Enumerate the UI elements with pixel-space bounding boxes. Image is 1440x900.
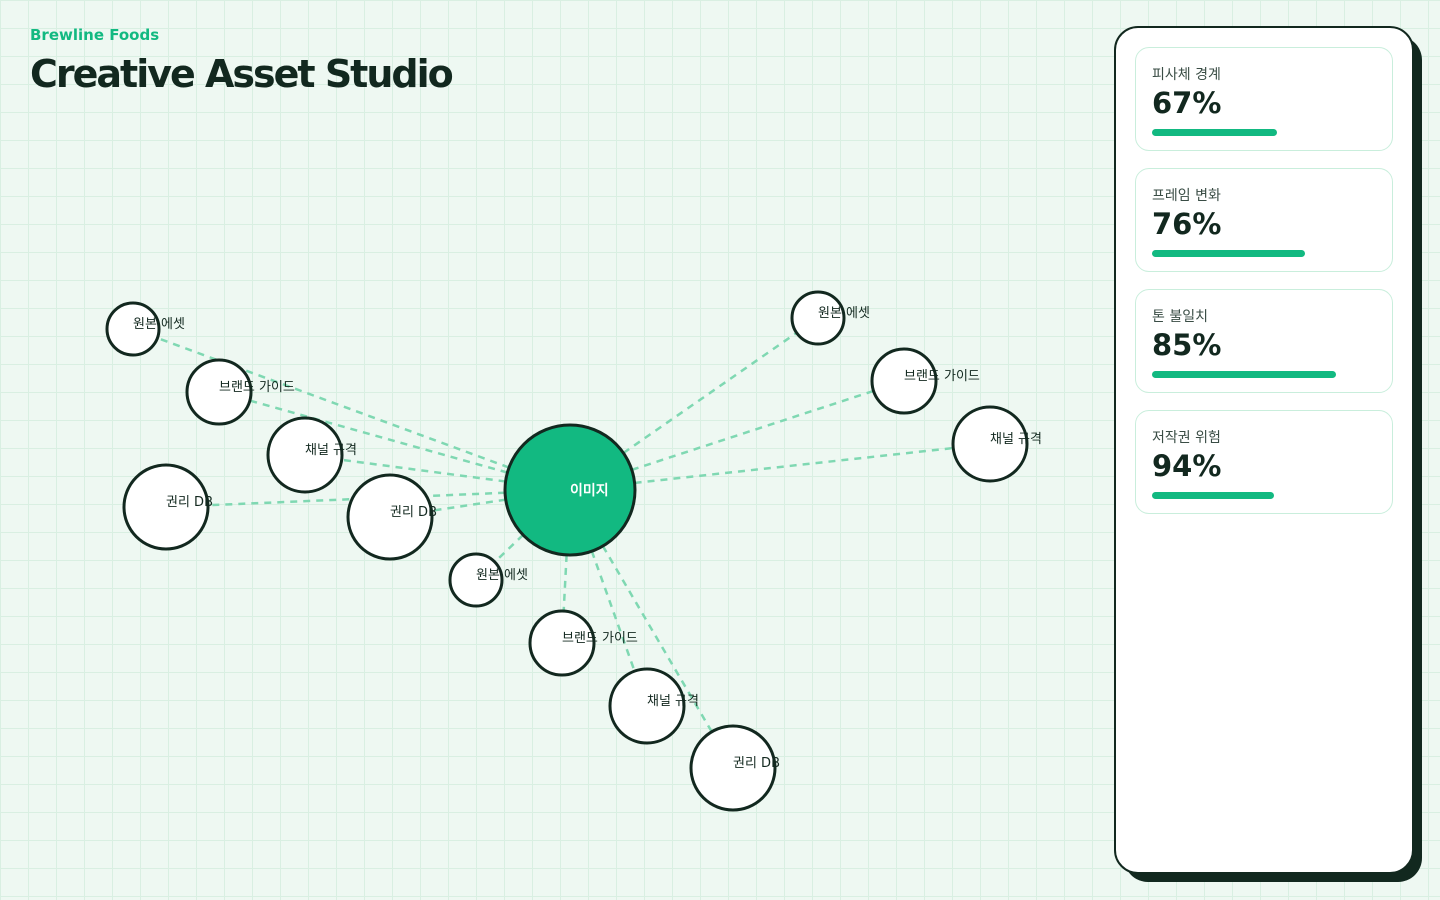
metric-card[interactable]: 프레임 변화 76% [1135,168,1393,272]
metric-card[interactable]: 톤 불일치 85% [1135,289,1393,393]
graph-node-label: 채널 규격 [990,432,1042,447]
metric-card[interactable]: 저작권 위험 94% [1135,410,1393,514]
graph-node-label: 권리 DB [733,756,780,771]
hub-node-label: 이미지 [570,482,609,499]
metric-label: 저작권 위험 [1152,430,1221,446]
graph-node-label: 브랜드 가이드 [904,369,980,384]
graph-nodes: 이미지원본 에셋브랜드 가이드채널 규격권리 DB권리 DB원본 에셋브랜드 가… [105,290,1042,812]
metric-value: 76% [1152,207,1222,241]
metric-bar [1152,129,1277,136]
metric-value: 85% [1152,328,1222,362]
graph-node-label: 권리 DB [390,505,437,520]
metric-label: 프레임 변화 [1152,188,1221,204]
metric-value: 94% [1152,449,1222,483]
metric-bar [1152,371,1336,378]
graph-node-label: 채널 규격 [305,443,357,458]
graph-node-label: 원본 에셋 [818,306,870,321]
graph-node-label: 브랜드 가이드 [219,380,295,395]
metric-label: 톤 불일치 [1152,309,1208,325]
metric-label: 피사체 경계 [1152,67,1221,83]
graph-node-label: 원본 에셋 [476,568,528,583]
graph-node-label: 권리 DB [166,495,213,510]
metric-value: 67% [1152,86,1222,120]
relationship-graph: 이미지원본 에셋브랜드 가이드채널 규격권리 DB권리 DB원본 에셋브랜드 가… [105,290,1042,812]
graph-node-label: 채널 규격 [647,694,699,709]
metrics-panel: 피사체 경계 67% 프레임 변화 76% 톤 불일치 85% 저작권 위험 9… [1114,26,1414,874]
graph-node-label: 원본 에셋 [133,317,185,332]
metric-bar [1152,492,1274,499]
graph-node-label: 브랜드 가이드 [562,631,638,646]
metric-bar [1152,250,1305,257]
metric-card[interactable]: 피사체 경계 67% [1135,47,1393,151]
